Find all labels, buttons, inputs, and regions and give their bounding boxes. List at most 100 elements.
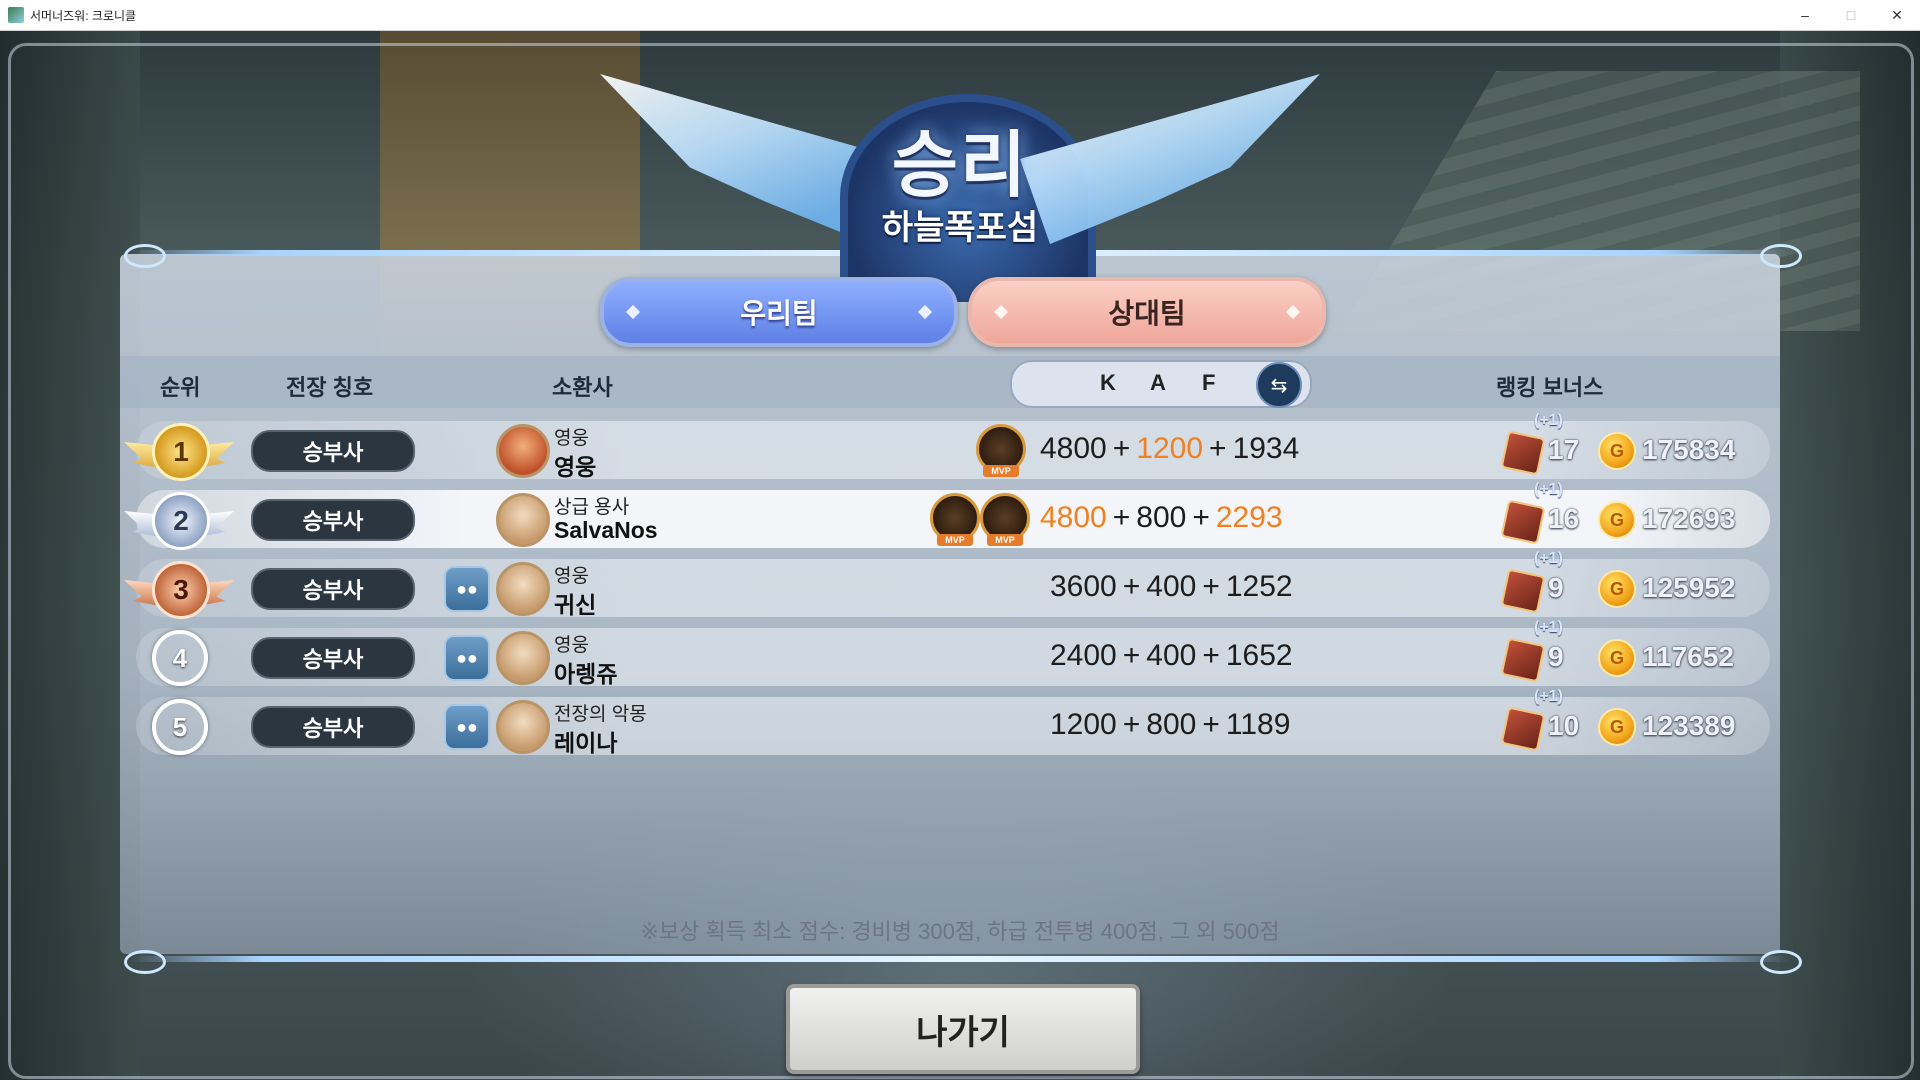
plus-sign: + <box>1122 639 1141 672</box>
plus-sign: + <box>1209 432 1227 465</box>
swap-arrows-icon[interactable]: ⇆ <box>1256 362 1302 408</box>
diamond-icon <box>1285 304 1301 320</box>
party-members-icon[interactable]: ●● <box>444 566 490 612</box>
bonus-plus: (+1) <box>1534 481 1563 498</box>
score-k: 3600 <box>1050 570 1117 603</box>
score-k: 4800 <box>1040 432 1107 465</box>
col-battle-title: 전장 칭호 <box>286 375 374 400</box>
summoner-name: SalvaNos <box>554 517 658 543</box>
close-button[interactable]: ✕ <box>1874 0 1920 30</box>
party-members-icon[interactable]: ●● <box>444 704 490 750</box>
result-title: 승리 <box>891 126 1029 206</box>
gold-coin-icon: G <box>1598 639 1636 677</box>
bonus-plus: (+1) <box>1534 619 1563 636</box>
diamond-icon <box>625 304 641 320</box>
coin-amount: 125952 <box>1642 572 1736 603</box>
summoner-avatar[interactable] <box>496 424 550 478</box>
summoner-title: 영웅 <box>554 428 589 449</box>
reward-box-icon <box>1500 568 1546 614</box>
col-rank: 순위 <box>160 375 201 400</box>
summoner-name: 레이나 <box>554 730 618 756</box>
rank-medal: 3 <box>152 561 210 619</box>
kaf-score: 2400 +400 +1652 <box>1050 639 1293 673</box>
gold-coin-icon: G <box>1598 708 1636 746</box>
kaf-score: 4800 +1200 +1934 <box>1040 432 1299 466</box>
bonus-plus: (+1) <box>1534 412 1563 429</box>
rank-medal: 1 <box>152 423 210 481</box>
maximize-button[interactable]: □ <box>1828 0 1874 30</box>
bonus-box-count: 9 <box>1548 572 1564 603</box>
minimize-button[interactable]: – <box>1782 0 1828 30</box>
score-f: 1934 <box>1232 432 1300 465</box>
bonus-box-count: 17 <box>1548 434 1580 465</box>
panel-bottom-divider <box>130 956 1790 962</box>
summoner-avatar[interactable] <box>496 700 550 754</box>
score-f: 1189 <box>1225 708 1291 741</box>
reward-box-icon <box>1500 637 1546 683</box>
summoner-name: 아렝쥬 <box>554 661 618 687</box>
rank-medal: 4 <box>152 630 208 686</box>
score-a: 400 <box>1146 639 1197 672</box>
bonus-plus: (+1) <box>1534 550 1563 567</box>
mvp-label: MVP <box>987 534 1023 546</box>
exit-button[interactable]: 나가기 <box>786 984 1140 1074</box>
col-a: A <box>1150 370 1166 395</box>
battle-title-badge: 승부사 <box>251 499 415 541</box>
tab-opponent-team[interactable]: 상대팀 <box>968 277 1326 347</box>
score-k: 1200 <box>1050 708 1117 741</box>
mvp-medal-icon: MVP <box>980 493 1030 546</box>
mvp-medal-icon: MVP <box>976 424 1026 477</box>
plus-sign: + <box>1192 501 1210 534</box>
col-summoner: 소환사 <box>552 375 613 400</box>
score-f: 2293 <box>1215 501 1283 534</box>
window-title: 서머너즈워: 크로니클 <box>30 8 137 23</box>
coin-amount: 123389 <box>1642 710 1736 741</box>
summoner-title: 영웅 <box>554 635 589 656</box>
app-icon <box>8 7 24 23</box>
summoner-title: 영웅 <box>554 566 589 587</box>
gold-coin-icon: G <box>1598 501 1636 539</box>
plus-sign: + <box>1202 708 1220 741</box>
plus-sign: + <box>1122 570 1141 603</box>
reward-box-icon <box>1500 430 1546 476</box>
plus-sign: + <box>1202 570 1220 603</box>
tab-opponent-team-label: 상대팀 <box>1108 298 1186 329</box>
coin-amount: 172693 <box>1642 503 1736 534</box>
coin-amount: 117652 <box>1642 641 1734 672</box>
plus-sign: + <box>1202 639 1220 672</box>
col-ranking-bonus: 랭킹 보너스 <box>1496 375 1604 400</box>
party-members-icon[interactable]: ●● <box>444 635 490 681</box>
bonus-box-count: 16 <box>1548 503 1580 534</box>
tab-our-team-label: 우리팀 <box>740 298 818 329</box>
summoner-title: 전장의 악몽 <box>554 704 647 725</box>
summoner-title: 상급 용사 <box>554 497 630 518</box>
summoner-avatar[interactable] <box>496 562 550 616</box>
score-k: 2400 <box>1050 639 1117 672</box>
tab-our-team[interactable]: 우리팀 <box>600 277 958 347</box>
col-f: F <box>1202 370 1216 395</box>
bonus-box-count: 9 <box>1548 641 1564 672</box>
window-controls: – □ ✕ <box>1782 0 1920 30</box>
bonus-box-count: 10 <box>1548 710 1580 741</box>
gold-coin-icon: G <box>1598 432 1636 470</box>
summoner-name: 영웅 <box>554 454 597 480</box>
score-k: 4800 <box>1040 501 1107 534</box>
score-a: 400 <box>1146 570 1197 603</box>
score-f: 1652 <box>1225 639 1293 672</box>
mvp-label: MVP <box>983 465 1019 477</box>
battle-title-badge: 승부사 <box>251 637 415 679</box>
battle-title-badge: 승부사 <box>251 430 415 472</box>
bonus-plus: (+1) <box>1534 688 1563 705</box>
plus-sign: + <box>1122 708 1141 741</box>
battle-title-badge: 승부사 <box>251 706 415 748</box>
plus-sign: + <box>1112 432 1131 465</box>
kaf-score: 3600 +400 +1252 <box>1050 570 1293 604</box>
summoner-avatar[interactable] <box>496 631 550 685</box>
gold-coin-icon: G <box>1598 570 1636 608</box>
kaf-score: 1200 +800 +1189 <box>1050 708 1290 742</box>
battle-title-badge: 승부사 <box>251 568 415 610</box>
summoner-avatar[interactable] <box>496 493 550 547</box>
diamond-icon <box>993 304 1009 320</box>
mvp-label: MVP <box>937 534 973 546</box>
reward-box-icon <box>1500 706 1546 752</box>
